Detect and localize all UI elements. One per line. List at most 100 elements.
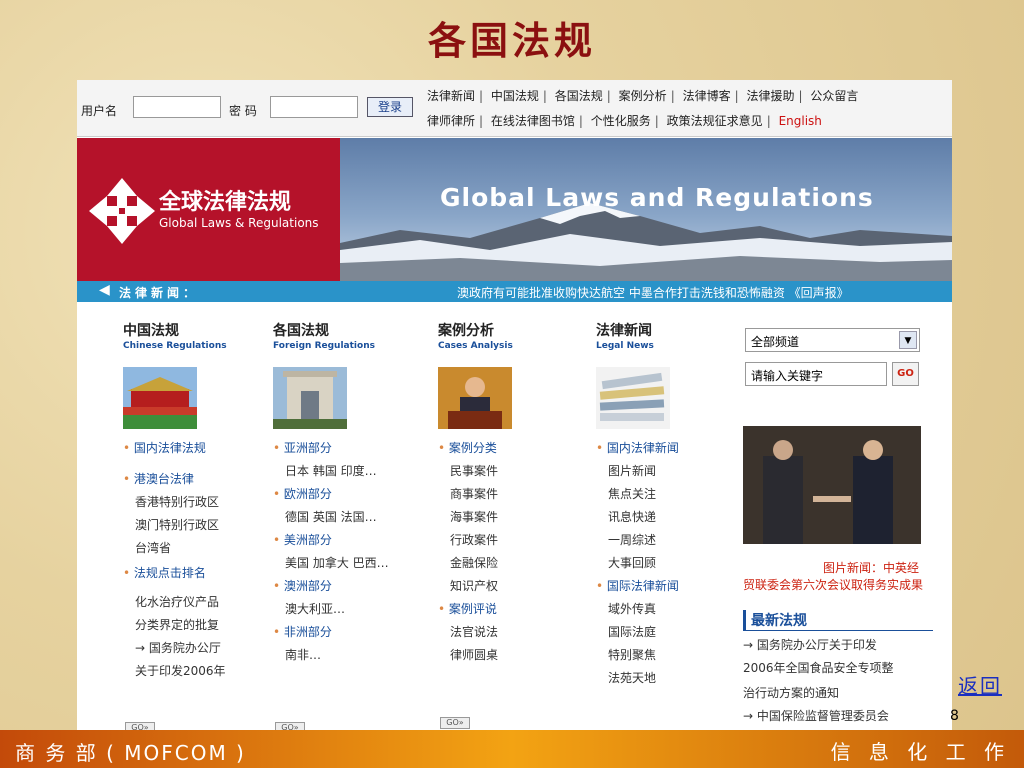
list-item[interactable]: 海事案件 xyxy=(450,508,588,525)
list-item[interactable]: 大事回顾 xyxy=(608,554,746,571)
column-cases-analysis: 案例分析 Cases Analysis 案例分类 民事案件 商事案件 海事案件 … xyxy=(438,320,588,663)
nav-public-message[interactable]: 公众留言 xyxy=(806,89,862,103)
keyword-input[interactable]: 请输入关键字 xyxy=(745,362,887,386)
news-ticker: ◀ 法律新闻： 澳政府有可能批准收购快达航空 中墨合作打击洗钱和恐怖融资 《回声… xyxy=(77,281,952,302)
go-button-cases[interactable]: GO» xyxy=(440,710,470,729)
list-item[interactable]: → 国务院办公厅 xyxy=(135,639,273,656)
list-item[interactable]: 民事案件 xyxy=(450,462,588,479)
list-link[interactable]: 案例分类 xyxy=(438,439,588,456)
column-title[interactable]: 法律新闻 xyxy=(596,320,746,340)
search-go-button[interactable]: GO xyxy=(892,362,919,386)
list-link[interactable]: 澳洲部分 xyxy=(273,577,423,594)
latest-law-item[interactable]: → 国务院办公厅关于印发 xyxy=(743,636,933,653)
nav-row-2: 律师律所 | 在线法律图书馆 | 个性化服务 | 政策法规征求意见 | English xyxy=(423,112,826,129)
list-item[interactable]: 关于印发2006年 xyxy=(135,662,273,679)
list-item[interactable]: 德国 英国 法国… xyxy=(285,508,423,525)
list-item[interactable]: 金融保险 xyxy=(450,554,588,571)
list-link[interactable]: 国际法律新闻 xyxy=(596,577,746,594)
ticker-label: 法律新闻： xyxy=(119,286,200,300)
list-item[interactable]: 商事案件 xyxy=(450,485,588,502)
list-item[interactable]: 日本 韩国 印度… xyxy=(285,462,423,479)
list-link[interactable]: 国内法律新闻 xyxy=(596,439,746,456)
list-link[interactable]: 亚洲部分 xyxy=(273,439,423,456)
list-item[interactable]: 焦点关注 xyxy=(608,485,746,502)
list-item[interactable]: 化水治疗仪产品 xyxy=(135,593,273,610)
nav-english[interactable]: English xyxy=(775,114,826,128)
logo-en-text: Global Laws & Regulations xyxy=(159,216,319,230)
list-item[interactable]: 讯息快递 xyxy=(608,508,746,525)
column-subtitle: Chinese Regulations xyxy=(123,341,227,351)
column-legal-news: 法律新闻 Legal News 国内法律新闻 图片新闻 焦点关注 讯息快递 一周… xyxy=(596,320,746,686)
column-title[interactable]: 中国法规 xyxy=(123,320,273,340)
footer-bar: 商 务 部 ( MOFCOM ) 信 息 化 工 作 xyxy=(0,730,1024,768)
username-label: 用户名 xyxy=(81,104,118,118)
nav-foreign-laws[interactable]: 各国法规 xyxy=(551,89,607,103)
divider xyxy=(743,630,933,631)
username-input[interactable] xyxy=(133,96,221,118)
list-item[interactable]: 一周综述 xyxy=(608,531,746,548)
list-item[interactable]: 香港特别行政区 xyxy=(135,493,273,510)
password-input[interactable] xyxy=(270,96,358,118)
list-item[interactable]: 分类界定的批复 xyxy=(135,616,273,633)
logo-cn-text: 全球法律法规 xyxy=(159,189,292,215)
list-item[interactable]: 图片新闻 xyxy=(608,462,746,479)
list-item[interactable]: 台湾省 xyxy=(135,539,273,556)
list-link[interactable]: 非洲部分 xyxy=(273,623,423,640)
list-link[interactable]: 欧洲部分 xyxy=(273,485,423,502)
nav-legal-news[interactable]: 法律新闻 xyxy=(423,89,479,103)
password-label: 密 码 xyxy=(229,104,257,118)
arch-image xyxy=(273,367,347,429)
list-item[interactable]: 法官说法 xyxy=(450,623,588,640)
column-subtitle: Foreign Regulations xyxy=(273,341,375,351)
page-number: 8 xyxy=(950,708,959,724)
channel-select[interactable]: 全部频道 ▼ xyxy=(745,328,920,352)
chevron-down-icon[interactable]: ▼ xyxy=(899,331,917,349)
latest-law-item[interactable]: 2006年全国食品安全专项整 xyxy=(743,659,933,676)
list-link[interactable]: 美洲部分 xyxy=(273,531,423,548)
speaker-photo xyxy=(438,367,512,429)
nav-china-laws[interactable]: 中国法规 xyxy=(487,89,543,103)
nav-policy-comments[interactable]: 政策法规征求意见 xyxy=(663,114,767,128)
latest-law-item[interactable]: → 中国保险监督管理委员会 xyxy=(743,707,933,724)
list-item[interactable]: 国际法庭 xyxy=(608,623,746,640)
back-link[interactable]: 返回 xyxy=(958,670,1002,699)
list-item[interactable]: 澳大利亚… xyxy=(285,600,423,617)
speaker-icon: ◀ xyxy=(99,282,110,298)
list-item[interactable]: 美国 加拿大 巴西… xyxy=(285,554,423,571)
channel-select-value: 全部频道 xyxy=(751,335,800,349)
latest-law-item[interactable]: 治行动方案的通知 xyxy=(743,684,933,701)
nav-law-blog[interactable]: 法律博客 xyxy=(679,89,735,103)
list-item[interactable]: 特别聚焦 xyxy=(608,646,746,663)
list-link[interactable]: 国内法律法规 xyxy=(123,439,273,456)
nav-online-library[interactable]: 在线法律图书馆 xyxy=(487,114,579,128)
logo-icon xyxy=(89,178,155,244)
footer-left: 商 务 部 ( MOFCOM ) xyxy=(15,741,246,765)
column-title[interactable]: 各国法规 xyxy=(273,320,423,340)
list-item[interactable]: 知识产权 xyxy=(450,577,588,594)
tiananmen-image xyxy=(123,367,197,429)
list-item[interactable]: 律师圆桌 xyxy=(450,646,588,663)
list-item[interactable]: 域外传真 xyxy=(608,600,746,617)
list-link[interactable]: 港澳台法律 xyxy=(123,470,273,487)
go-button-foreign[interactable]: GO» xyxy=(275,715,305,730)
top-bar: 用户名 密 码 登录 法律新闻 | 中国法规 | 各国法规 | 案例分析 | 法律博客 |… xyxy=(77,80,952,137)
footer-right: 信 息 化 工 作 xyxy=(830,740,1010,764)
list-item[interactable]: 法苑天地 xyxy=(608,669,746,686)
go-button-chinese[interactable]: GO» xyxy=(125,715,155,730)
list-item[interactable]: 澳门特别行政区 xyxy=(135,516,273,533)
nav-personalized[interactable]: 个性化服务 xyxy=(587,114,655,128)
nav-lawyers[interactable]: 律师律所 xyxy=(423,114,479,128)
list-link[interactable]: 案例评说 xyxy=(438,600,588,617)
nav-case-analysis[interactable]: 案例分析 xyxy=(615,89,671,103)
list-item[interactable]: 行政案件 xyxy=(450,531,588,548)
nav-legal-aid[interactable]: 法律援助 xyxy=(742,89,798,103)
list-item[interactable]: 南非… xyxy=(285,646,423,663)
list-link[interactable]: 法规点击排名 xyxy=(123,564,273,581)
login-button[interactable]: 登录 xyxy=(367,97,413,117)
banner-headline: Global Laws and Regulations xyxy=(440,183,874,212)
ticker-text[interactable]: 澳政府有可能批准收购快达航空 中墨合作打击洗钱和恐怖融资 《回声报》 xyxy=(457,284,849,301)
banner-mountain-image: Global Laws and Regulations xyxy=(340,138,952,281)
column-title[interactable]: 案例分析 xyxy=(438,320,588,340)
photo-news-caption[interactable]: 图片新闻：中英经贸联委会第六次会议取得务实成果 xyxy=(743,560,928,594)
column-foreign-regulations: 各国法规 Foreign Regulations 亚洲部分 日本 韩国 印度… … xyxy=(273,320,423,663)
